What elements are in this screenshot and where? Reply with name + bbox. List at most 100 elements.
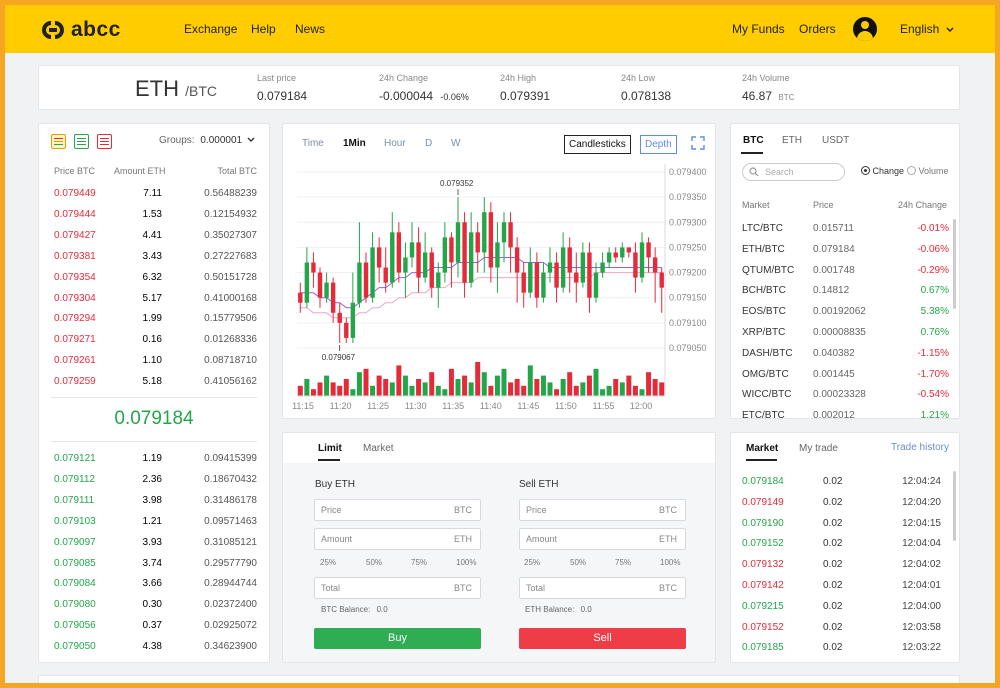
market-row[interactable]: WICC/BTC 0.00023328 -0.54% — [731, 385, 959, 406]
trade-row: 0.079184 0.02 12:04:24 — [731, 472, 959, 493]
tab-market-trades[interactable]: Market — [746, 443, 778, 454]
balance-value: 0.0 — [376, 605, 388, 614]
ask-row[interactable]: 0.079271 0.16 0.01268336 — [39, 330, 269, 351]
sell-pct-100[interactable]: 100% — [660, 558, 680, 567]
language-selector[interactable]: English — [900, 22, 954, 36]
bid-row[interactable]: 0.079050 4.38 0.34623900 — [39, 637, 269, 658]
ask-row[interactable]: 0.079354 6.32 0.50151728 — [39, 268, 269, 289]
market-change: -0.54% — [917, 389, 949, 401]
market-row[interactable]: OMG/BTC 0.001445 -1.70% — [731, 365, 959, 386]
logo[interactable]: abcc — [39, 18, 121, 42]
ask-row[interactable]: 0.079427 4.41 0.35027307 — [39, 226, 269, 247]
y-tick-label: 0.079250 — [669, 242, 707, 252]
market-row[interactable]: ETC/BTC 0.002012 1.21% — [731, 406, 959, 418]
buy-pct-50[interactable]: 50% — [366, 558, 382, 567]
market-row[interactable]: QTUM/BTC 0.001748 -0.29% — [731, 261, 959, 282]
volume-bar — [363, 368, 369, 396]
ask-row[interactable]: 0.079449 7.11 0.56488239 — [39, 184, 269, 205]
nav-exchange[interactable]: Exchange — [184, 22, 237, 36]
market-search-input[interactable]: Search — [742, 163, 845, 181]
market-row[interactable]: ETH/BTC 0.079184 -0.06% — [731, 240, 959, 261]
ask-row[interactable]: 0.079259 5.18 0.41056162 — [39, 372, 269, 393]
sell-price-input[interactable]: Price BTC — [519, 499, 686, 521]
ask-row[interactable]: 0.079304 5.17 0.41000168 — [39, 289, 269, 310]
bid-row[interactable]: 0.079112 2.36 0.18670432 — [39, 470, 269, 491]
bid-row[interactable]: 0.079080 0.30 0.02372400 — [39, 595, 269, 616]
market-row[interactable]: XRP/BTC 0.00008835 0.76% — [731, 323, 959, 344]
tab-eth[interactable]: ETH — [782, 135, 802, 146]
ask-row[interactable]: 0.079261 1.10 0.08718710 — [39, 351, 269, 372]
volume-bar — [521, 385, 527, 396]
sell-total-input[interactable]: Total BTC — [519, 577, 686, 599]
markets-scrollbar[interactable] — [953, 219, 956, 309]
sell-amount-input[interactable]: Amount ETH — [519, 528, 686, 550]
user-avatar-icon[interactable] — [853, 17, 877, 41]
view-asks-icon[interactable] — [97, 134, 112, 149]
buy-balance: BTC Balance: 0.0 — [321, 605, 388, 614]
sell-pct-25[interactable]: 25% — [524, 558, 540, 567]
volume-bar — [547, 382, 553, 396]
logo-icon — [42, 21, 64, 39]
candle-body — [436, 272, 441, 288]
bid-row[interactable]: 0.079111 3.98 0.31486178 — [39, 491, 269, 512]
candle-body — [311, 262, 316, 273]
market-row[interactable]: EOS/BTC 0.00192062 5.38% — [731, 302, 959, 323]
candle-body — [547, 262, 553, 273]
nav-news[interactable]: News — [295, 22, 325, 36]
sell-pct-75[interactable]: 75% — [615, 558, 631, 567]
market-row[interactable]: DASH/BTC 0.040382 -1.15% — [731, 344, 959, 365]
bid-row[interactable]: 0.079121 1.19 0.09415399 — [39, 449, 269, 470]
buy-total-input[interactable]: Total BTC — [314, 577, 481, 599]
tab-market[interactable]: Market — [363, 443, 394, 454]
stat-label: 24h Volume — [742, 73, 790, 83]
buy-button[interactable]: Buy — [314, 628, 481, 649]
nav-my-funds[interactable]: My Funds — [732, 22, 785, 36]
trade-history-link[interactable]: Trade history — [891, 442, 949, 453]
bid-row[interactable]: 0.079103 1.21 0.09571463 — [39, 512, 269, 533]
ask-row[interactable]: 0.079294 1.99 0.15779506 — [39, 309, 269, 330]
price-chart[interactable]: 0.079400 0.079350 0.079300 0.079250 0.079200… — [283, 124, 717, 420]
nav-orders[interactable]: Orders — [799, 22, 836, 36]
candle-body — [482, 212, 487, 253]
app-frame: abcc Exchange Help News My Funds Orders … — [5, 5, 995, 683]
trade-amount: 0.02 — [823, 580, 843, 591]
trade-row: 0.079152 0.02 12:03:58 — [731, 618, 959, 639]
view-bids-icon[interactable] — [74, 134, 89, 149]
volume-bar — [468, 382, 474, 396]
view-both-icon[interactable] — [51, 134, 66, 149]
bid-row[interactable]: 0.079084 3.66 0.28944744 — [39, 574, 269, 595]
trades-panel: Market My trade Trade history 0.079184 0.… — [730, 432, 960, 663]
sell-button[interactable]: Sell — [519, 628, 686, 649]
volume-bar — [475, 362, 481, 396]
buy-pct-25[interactable]: 25% — [320, 558, 336, 567]
toggle-change[interactable]: Change — [861, 166, 904, 176]
buy-pct-100[interactable]: 100% — [456, 558, 476, 567]
bid-row[interactable]: 0.079056 0.37 0.02925072 — [39, 616, 269, 637]
ask-row[interactable]: 0.079381 3.43 0.27227683 — [39, 247, 269, 268]
bid-amount: 1.21 — [142, 515, 162, 527]
ask-price: 0.079271 — [54, 334, 96, 346]
trades-scrollbar[interactable] — [953, 471, 956, 541]
ask-price: 0.079381 — [54, 250, 96, 262]
market-row[interactable]: BCH/BTC 0.14812 0.67% — [731, 281, 959, 302]
toggle-volume[interactable]: Volume — [907, 166, 949, 176]
ask-total: 0.56488239 — [204, 188, 257, 199]
nav-help[interactable]: Help — [251, 22, 276, 36]
sell-pct-50[interactable]: 50% — [570, 558, 586, 567]
buy-amount-input[interactable]: Amount ETH — [314, 528, 481, 550]
tab-limit[interactable]: Limit — [318, 443, 342, 454]
candle-body — [409, 242, 415, 258]
bid-row[interactable]: 0.079097 3.93 0.31085121 — [39, 533, 269, 554]
buy-price-input[interactable]: Price BTC — [314, 499, 481, 521]
groups-label: Groups: — [159, 135, 195, 146]
groups-selector[interactable]: Groups: 0.000001 — [159, 135, 255, 146]
tab-usdt[interactable]: USDT — [822, 135, 849, 146]
tab-my-trade[interactable]: My trade — [799, 443, 838, 454]
bid-total: 0.09415399 — [204, 453, 257, 464]
ask-row[interactable]: 0.079444 1.53 0.12154932 — [39, 205, 269, 226]
tab-btc[interactable]: BTC — [743, 135, 764, 146]
market-row[interactable]: LTC/BTC 0.015711 -0.01% — [731, 219, 959, 240]
buy-pct-75[interactable]: 75% — [411, 558, 427, 567]
placeholder: Amount — [321, 534, 353, 544]
bid-row[interactable]: 0.079085 3.74 0.29577790 — [39, 554, 269, 575]
